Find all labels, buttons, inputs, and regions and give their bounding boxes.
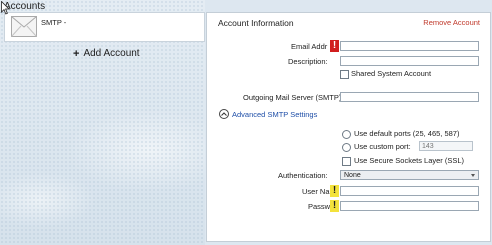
email-error-icon: ! [330,40,339,52]
collapse-advanced-button[interactable] [219,109,229,119]
shared-system-account-checkbox[interactable] [340,70,349,79]
mouse-pointer-icon [1,1,10,15]
advanced-smtp-settings-link[interactable]: Advanced SMTP Settings [232,110,317,119]
chevron-up-icon [221,112,227,116]
custom-port-radio[interactable] [342,143,351,152]
dropdown-arrow-icon [471,174,475,177]
username-field[interactable] [340,186,479,196]
password-warning-icon: ! [330,200,339,212]
username-warning-icon: ! [330,185,339,197]
authentication-select[interactable]: None [340,170,479,180]
add-account-button[interactable]: + Add Account [73,48,140,59]
password-label: Passw [308,202,331,211]
account-list-item[interactable]: SMTP - [4,12,205,42]
default-ports-radio[interactable] [342,130,351,139]
password-field[interactable] [340,201,479,211]
ssl-checkbox[interactable] [342,157,351,166]
smtp-server-field[interactable] [340,92,479,102]
accounts-heading: Accounts [4,1,46,12]
default-ports-label: Use default ports (25, 465, 587) [354,129,460,138]
email-label: Email Addr [291,42,328,51]
panel-title: Account Information [218,18,294,28]
custom-port-label: Use custom port: [354,142,411,151]
account-information-panel: Account Information Remove Account Email… [206,12,491,242]
account-name: SMTP - [41,18,67,27]
custom-port-field[interactable] [419,141,473,151]
remove-account-link[interactable]: Remove Account [423,18,480,27]
add-account-label: Add Account [83,48,140,59]
description-field[interactable] [340,56,479,66]
ssl-label: Use Secure Sockets Layer (SSL) [354,156,465,165]
email-field[interactable] [340,41,479,51]
shared-system-account-label: Shared System Account [351,69,432,78]
smtp-server-label: Outgoing Mail Server (SMTP): [243,93,344,102]
plus-icon: + [73,47,80,60]
authentication-label: Authentication: [278,171,328,180]
description-label: Description: [288,57,328,66]
username-label: User Na [302,187,330,196]
envelope-icon [11,16,37,37]
authentication-value: None [344,172,361,179]
